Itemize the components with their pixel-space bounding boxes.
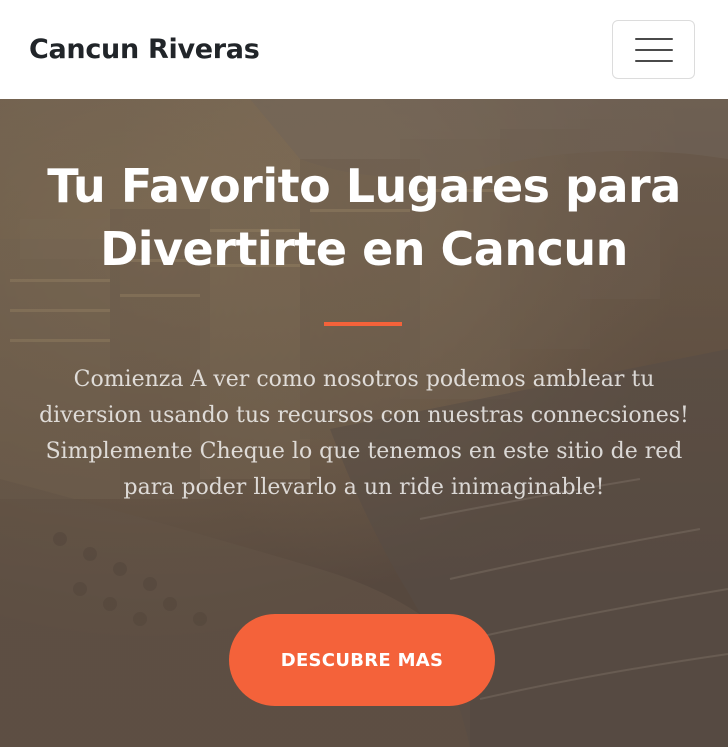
hero-headline: Tu Favorito Lugares para Divertirte en C… — [20, 155, 708, 281]
discover-more-button[interactable]: DESCUBRE MAS — [229, 614, 495, 706]
hero-description: Comienza A ver como nosotros podemos amb… — [39, 367, 689, 500]
hamburger-menu-icon — [634, 37, 673, 40]
navbar: Cancun Riveras — [0, 0, 728, 99]
hero-content: Tu Favorito Lugares para Divertirte en C… — [0, 99, 728, 747]
hero-divider — [324, 322, 402, 326]
hero-headline-line2: Divertirte en Cancun — [100, 222, 628, 276]
hamburger-menu-icon-bar — [634, 48, 673, 51]
hamburger-menu-icon-bar — [634, 59, 673, 62]
hero-headline-line1: Tu Favorito Lugares para — [47, 159, 681, 213]
brand-logo-link[interactable]: Cancun Riveras — [29, 34, 260, 65]
menu-toggle-button[interactable] — [612, 20, 695, 79]
hero-section: Tu Favorito Lugares para Divertirte en C… — [0, 99, 728, 747]
